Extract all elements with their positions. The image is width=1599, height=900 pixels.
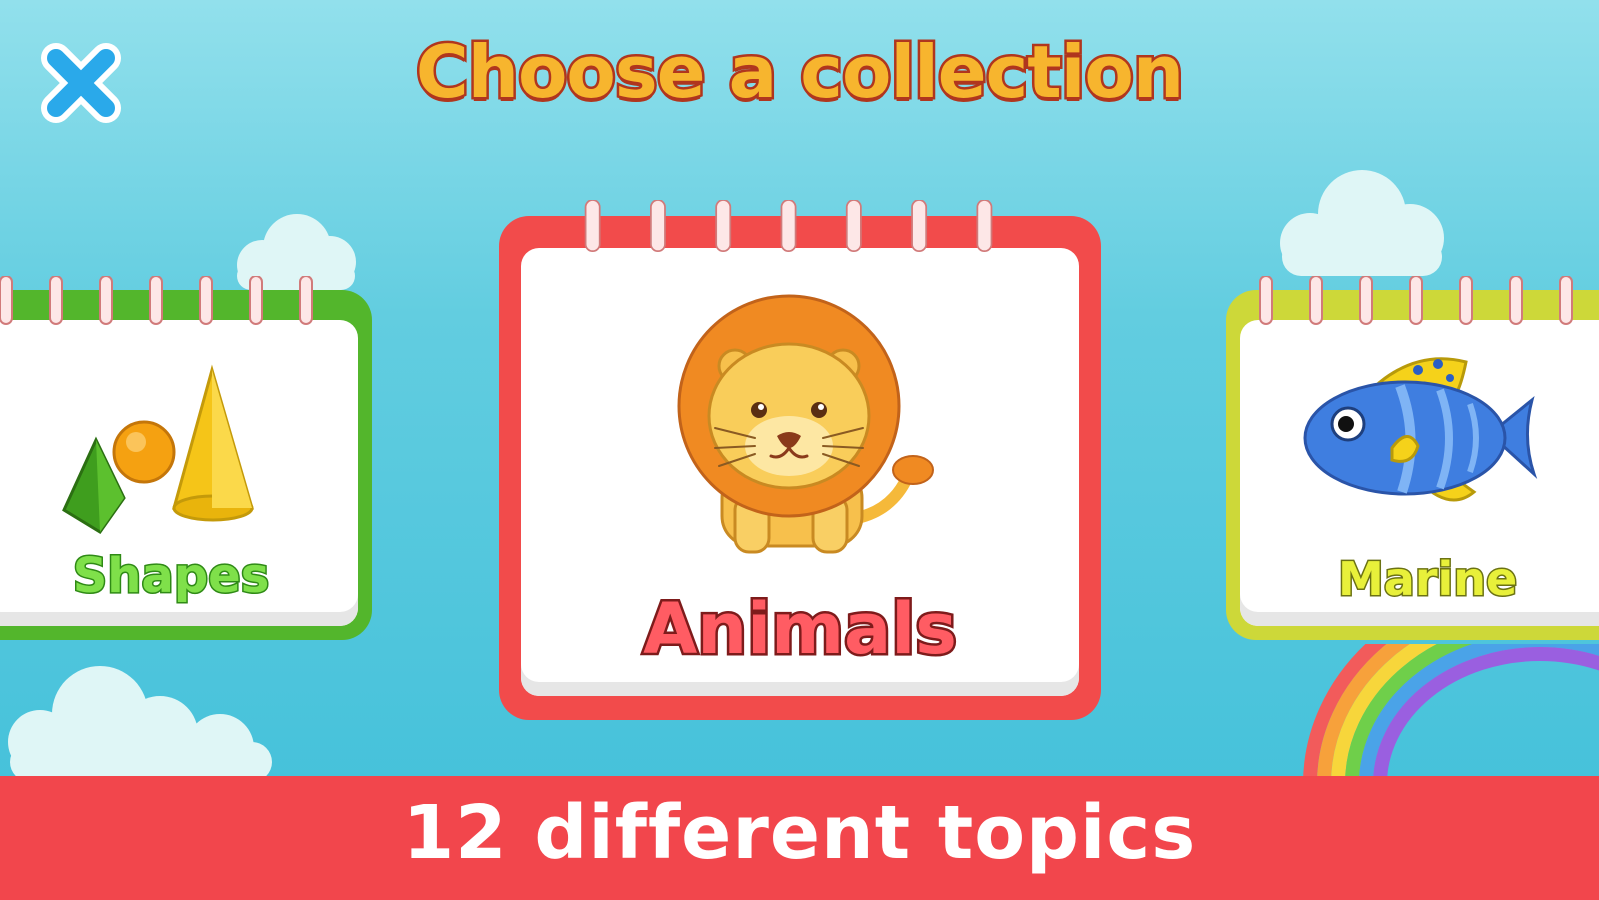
spiral-binding: [0, 276, 313, 325]
collection-label: Marine: [1337, 551, 1519, 608]
banner-text: 12 different topics: [402, 790, 1197, 876]
spiral-binding: [584, 200, 993, 253]
page-title: Choose a collection: [413, 28, 1186, 117]
collection-card-marine[interactable]: Marine: [1226, 276, 1599, 640]
topics-banner: 12 different topics: [0, 776, 1599, 900]
fish-icon: [1303, 357, 1538, 502]
collection-screen: Choose a collection Shapes Animals Marin…: [0, 0, 1599, 900]
cloud-icon: [8, 666, 272, 780]
collection-card-shapes[interactable]: Shapes: [0, 276, 372, 640]
lion-icon: [677, 294, 934, 554]
collection-label: Animals: [641, 586, 960, 673]
card-paper: Marine: [1240, 320, 1599, 626]
shapes-icon: [62, 364, 254, 535]
card-paper: Animals: [521, 248, 1079, 696]
cloud-icon: [1280, 170, 1444, 276]
rainbow-icon: [1303, 644, 1599, 784]
collection-card-animals[interactable]: Animals: [499, 200, 1101, 720]
spiral-binding: [1259, 276, 1573, 325]
collection-label: Shapes: [71, 547, 271, 606]
card-paper: Shapes: [0, 320, 358, 626]
